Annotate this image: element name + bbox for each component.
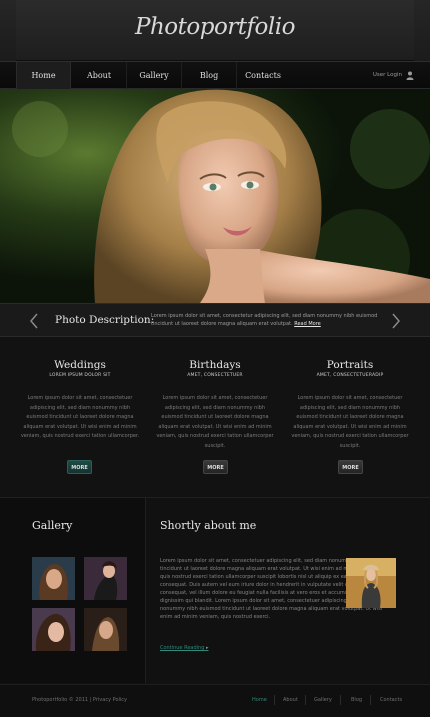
gallery-thumbnail[interactable] (32, 608, 75, 651)
service-subtitle: AMET, CONSECTETUER (187, 373, 243, 378)
nav-home[interactable]: Home (16, 62, 71, 89)
nav-contacts[interactable]: Contacts (237, 62, 289, 89)
footer-link-blog[interactable]: Blog (351, 697, 362, 703)
nav-gallery[interactable]: Gallery (127, 62, 181, 89)
photo-description-text: Lorem ipsum dolor sit amet, consectetur … (151, 312, 381, 328)
hero-portrait-image (0, 89, 430, 303)
hero-slide (0, 89, 430, 303)
continue-reading-link[interactable]: Continue Reading ▸ (160, 645, 208, 651)
gallery-thumbnail-image (84, 557, 127, 600)
continue-reading-label: Continue Reading (160, 645, 205, 651)
copyright-text: Photoportfolio © 2011 | Privacy Policy (32, 697, 128, 703)
portraits-more-button[interactable]: MORE (338, 460, 363, 474)
service-text: Lorem ipsum dolor sit amet, consectetuer… (20, 395, 140, 439)
service-text: Lorem ipsum dolor sit amet, consectetuer… (156, 395, 274, 449)
read-more-link[interactable]: Read More (294, 321, 321, 327)
service-portraits: Portraits AMET, CONSECTETUERADIP Lorem i… (285, 359, 415, 451)
gallery-panel: Gallery (0, 498, 146, 683)
footer-divider (305, 695, 306, 705)
about-title: Shortly about me (160, 519, 257, 532)
footer-link-home[interactable]: Home (252, 697, 267, 703)
prev-arrow-icon[interactable] (29, 313, 39, 329)
service-text: Lorem ipsum dolor sit amet, consectetuer… (291, 395, 409, 449)
main-nav: Home About Gallery Blog Contacts User Lo… (0, 61, 430, 89)
photo-description-title: Photo Description: (55, 314, 155, 326)
gallery-thumbnail[interactable] (32, 557, 75, 600)
photo-description-body: Lorem ipsum dolor sit amet, consectetur … (151, 313, 378, 327)
service-title: Weddings (54, 359, 106, 371)
footer-link-gallery[interactable]: Gallery (314, 697, 332, 703)
footer-link-about[interactable]: About (283, 697, 298, 703)
gallery-thumbnail-image (32, 557, 75, 600)
gallery-title: Gallery (32, 519, 73, 532)
gallery-thumbnail-image (84, 608, 127, 651)
footer-link-contacts[interactable]: Contacts (380, 697, 402, 703)
site-logo[interactable]: Photoportfolio (0, 14, 430, 40)
service-title: Portraits (326, 359, 374, 371)
nav-blog[interactable]: Blog (182, 62, 236, 89)
arrow-right-icon: ▸ (205, 645, 209, 651)
services-section: Weddings LOREM IPSUM DOLOR SIT Lorem ips… (0, 337, 430, 497)
service-birthdays: Birthdays AMET, CONSECTETUER Lorem ipsum… (150, 359, 280, 451)
gallery-thumbnail[interactable] (84, 557, 127, 600)
about-portrait-image (346, 558, 396, 608)
gallery-thumbnail-image (32, 608, 75, 651)
next-arrow-icon[interactable] (391, 313, 401, 329)
gallery-thumbnail[interactable] (84, 608, 127, 651)
service-subtitle: LOREM IPSUM DOLOR SIT (49, 373, 111, 378)
service-title: Birthdays (189, 359, 241, 371)
footer-divider (370, 695, 371, 705)
service-subtitle: AMET, CONSECTETUERADIP (316, 373, 384, 378)
about-photo (346, 558, 396, 608)
photo-description-bar: Photo Description: Lorem ipsum dolor sit… (0, 303, 430, 337)
user-login-link[interactable]: User Login (373, 62, 402, 89)
user-icon[interactable] (406, 71, 414, 80)
site-footer: Photoportfolio © 2011 | Privacy Policy H… (0, 684, 430, 717)
birthdays-more-button[interactable]: MORE (203, 460, 228, 474)
footer-divider (274, 695, 275, 705)
footer-divider (340, 695, 341, 705)
site-header: Photoportfolio (0, 0, 430, 61)
service-weddings: Weddings LOREM IPSUM DOLOR SIT Lorem ips… (15, 359, 145, 442)
nav-about[interactable]: About (72, 62, 126, 89)
weddings-more-button[interactable]: MORE (67, 460, 92, 474)
